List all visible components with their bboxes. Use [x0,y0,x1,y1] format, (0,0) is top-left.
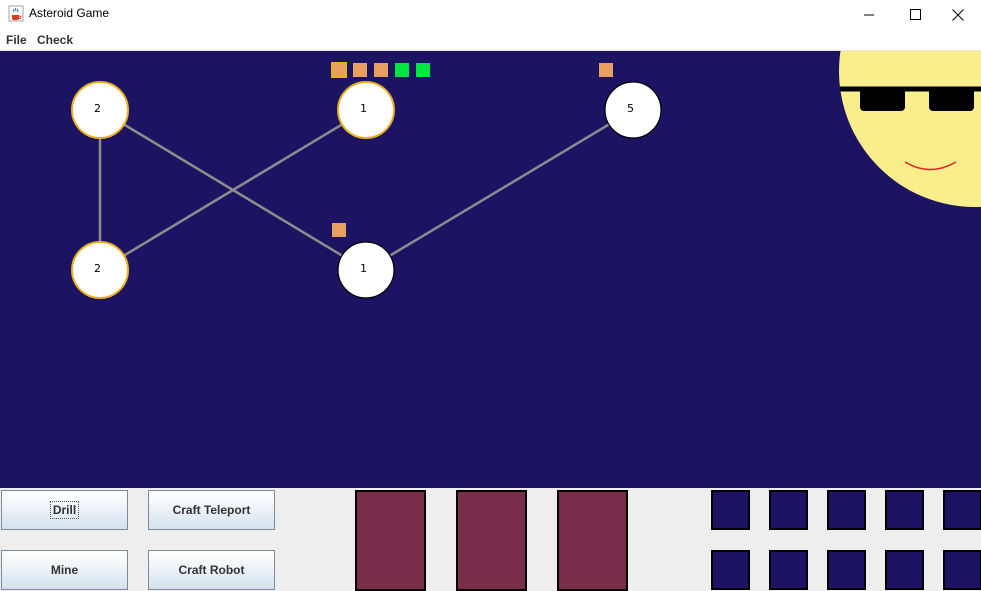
inventory-cell[interactable] [827,550,866,590]
mine-button-label: Mine [50,563,79,577]
orange-marker[interactable] [374,63,388,77]
inventory-cell[interactable] [885,490,924,530]
drill-button[interactable]: Drill [1,490,128,530]
resource-slot-3[interactable] [557,490,628,591]
menu-check[interactable]: Check [37,33,73,47]
asteroid-label: 5 [627,102,634,115]
orange-marker[interactable] [331,62,347,78]
menu-file[interactable]: File [6,33,27,47]
drill-button-label: Drill [49,501,80,519]
inventory-cell[interactable] [769,490,808,530]
maximize-button[interactable] [892,0,938,29]
inventory-cell[interactable] [943,550,981,590]
asteroid-label: 1 [360,102,367,115]
resource-slot-2[interactable] [456,490,527,591]
mine-button[interactable]: Mine [1,550,128,590]
green-marker[interactable] [416,63,430,77]
window-title: Asteroid Game [29,6,110,20]
asteroid-label: 2 [94,262,101,275]
inventory-cell[interactable] [769,550,808,590]
asteroid-label: 1 [360,262,367,275]
craft-teleport-button[interactable]: Craft Teleport [148,490,275,530]
inventory-cell[interactable] [943,490,981,530]
inventory-cell[interactable] [885,550,924,590]
asteroid-connection [365,108,634,272]
minimize-button[interactable] [846,0,892,29]
orange-marker[interactable] [599,63,613,77]
orange-marker[interactable] [332,223,346,237]
craft-robot-button[interactable]: Craft Robot [148,550,275,590]
inventory-cell[interactable] [827,490,866,530]
maximize-icon [909,9,921,20]
green-marker[interactable] [395,63,409,77]
control-panel: Drill Craft Teleport Mine Craft Robot [0,488,981,591]
game-canvas[interactable]: 2 1 5 2 1 [0,51,981,488]
game-scene: 2 1 5 2 1 [71,51,981,299]
asteroid-label: 2 [94,102,101,115]
inventory-cell[interactable] [711,550,750,590]
resource-slot-1[interactable] [355,490,426,591]
close-icon [952,8,964,21]
inventory-cell[interactable] [711,490,750,530]
close-button[interactable] [935,0,981,29]
window-title-bar: Asteroid Game [0,0,981,29]
java-coffee-cup-icon [8,5,24,22]
menu-bar: File Check [0,29,981,51]
craft-robot-button-label: Craft Robot [178,563,245,577]
minimize-icon [863,14,874,16]
orange-marker[interactable] [353,63,367,77]
sun-with-sunglasses-icon [839,51,981,207]
craft-teleport-button-label: Craft Teleport [172,503,251,517]
